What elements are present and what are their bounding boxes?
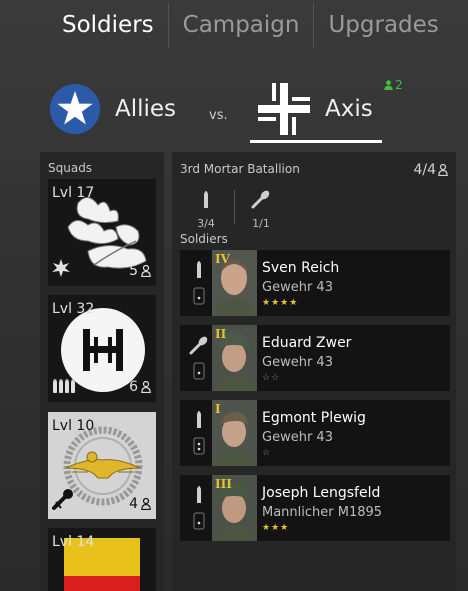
rank-badge: II [215,327,227,341]
axis-balkenkreuz-icon[interactable] [258,83,310,135]
squads-panel: Squads Lvl 17 5 Lvl 32 6 Lvl 10 4 Lvl 14 [40,152,164,591]
tab-divider [167,3,169,47]
soldier-weapon: Mannlicher M1895 [262,505,383,520]
slot-mortar[interactable]: 1/1 [241,188,281,230]
rank-badge: III [215,477,232,491]
soldier-row[interactable]: III Joseph Lengsfeld Mannlicher M1895 ★★… [180,475,450,541]
rank-badge: I [215,402,221,416]
squad-size: 6 [129,379,151,395]
squad-card[interactable]: Lvl 17 5 [48,179,156,286]
battalion-title: 3rd Mortar Batallion [180,162,300,176]
axis-label[interactable]: Axis [325,96,373,122]
rifle-ammo-icon [188,483,210,533]
soldier-stars: ☆ [262,448,272,458]
soldier-portrait: I [212,400,257,466]
squad-size-value: 6 [129,379,138,395]
soldier-portrait: III [212,475,257,541]
rifle-ammo-icon [204,191,208,208]
soldier-name: Sven Reich [262,260,340,276]
soldiers-label: Soldiers [180,232,228,246]
allies-star-roundel-icon[interactable] [50,84,100,134]
faction-matchup: Allies vs. Axis 2 [0,78,468,148]
tab-upgrades[interactable]: Upgrades [328,0,438,50]
squad-card[interactable]: Lvl 14 [48,528,156,591]
ammo-icon [52,377,76,397]
person-icon [141,381,151,393]
squad-card-selected[interactable]: Lvl 10 4 [48,412,156,519]
tab-campaign[interactable]: Campaign [183,0,300,50]
squad-size-value: 4 [129,496,138,512]
battalion-panel: 3rd Mortar Batallion 4/4 3/4 1/1 Soldier… [172,152,456,591]
soldier-name: Egmont Plewig [262,410,366,426]
battalion-count-value: 4/4 [413,162,436,178]
battalion-count: 4/4 [413,162,448,178]
person-icon [384,80,393,90]
squad-level: Lvl 17 [52,185,95,201]
soldier-portrait: IV [212,250,257,316]
squad-level: Lvl 32 [52,301,95,317]
soldier-stars: ☆☆ [262,373,281,383]
soldier-row[interactable]: I Egmont Plewig Gewehr 43 ☆ [180,400,450,466]
soldier-row[interactable]: II Eduard Zwer Gewehr 43 ☆☆ [180,325,450,391]
explosion-icon [52,259,70,281]
person-icon [141,498,151,510]
top-tabs: Soldiers Campaign Upgrades [0,0,468,50]
mortar-icon [52,488,74,514]
soldier-stars: ★★★★ [262,298,299,308]
rifle-ammo-icon [188,408,210,458]
rank-badge: IV [215,252,230,266]
squads-title: Squads [48,161,93,175]
slot-rifle[interactable]: 3/4 [186,188,226,230]
soldier-row[interactable]: IV Sven Reich Gewehr 43 ★★★★ [180,250,450,316]
person-icon [141,265,151,277]
soldier-weapon: Gewehr 43 [262,280,333,295]
vs-label: vs. [209,108,228,123]
squad-card[interactable]: Lvl 32 6 [48,295,156,402]
mortar-shell-icon [251,190,270,209]
slot-rifle-count: 3/4 [197,217,215,230]
squad-size-value: 5 [129,263,138,279]
squad-size: 5 [129,263,151,279]
tab-divider [313,3,315,47]
squad-size: 4 [129,496,151,512]
soldier-name: Joseph Lengsfeld [262,485,381,501]
soldier-weapon: Gewehr 43 [262,430,333,445]
slot-divider [234,190,235,224]
slot-mortar-count: 1/1 [252,217,270,230]
soldier-weapon: Gewehr 43 [262,355,333,370]
axis-player-badge: 2 [384,78,403,92]
soldier-name: Eduard Zwer [262,335,352,351]
soldier-stars: ★★★ [262,523,290,533]
soldier-portrait: II [212,325,257,391]
squad-level: Lvl 10 [52,418,95,434]
tab-soldiers[interactable]: Soldiers [62,0,154,50]
active-faction-underline [250,140,382,143]
rifle-ammo-icon [188,258,210,308]
axis-player-count: 2 [395,78,403,92]
allies-label[interactable]: Allies [115,96,176,122]
mortar-shell-icon [188,333,210,383]
person-icon [438,164,448,176]
squad-level: Lvl 14 [52,534,95,550]
